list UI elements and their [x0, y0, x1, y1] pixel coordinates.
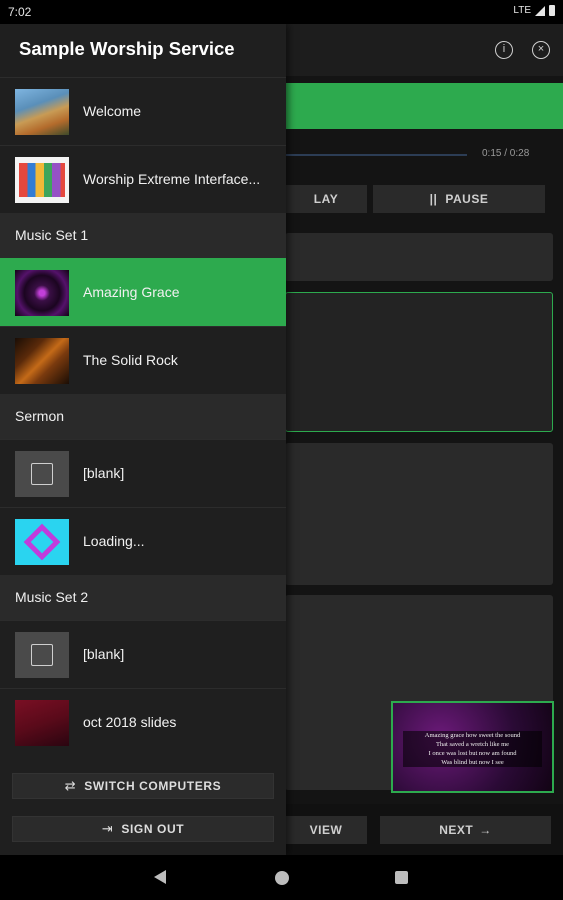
slide-thumbnail: [15, 157, 69, 203]
list-item-label: [blank]: [83, 465, 125, 481]
slide-card[interactable]: [285, 443, 553, 585]
drawer-title: Sample Worship Service: [19, 38, 235, 59]
play-button[interactable]: LAY: [285, 185, 367, 213]
close-icon[interactable]: ×: [532, 41, 550, 59]
blank-slide-icon: [15, 451, 69, 497]
slide-thumbnail: [15, 338, 69, 384]
status-time: 7:02: [8, 5, 32, 19]
list-item[interactable]: Welcome: [0, 77, 286, 145]
preview-line: That saved a wretch like me: [403, 740, 542, 749]
pause-icon: ||: [429, 192, 438, 206]
network-type: LTE: [513, 5, 531, 16]
status-bar: 7:02 LTE: [0, 0, 563, 24]
slide-card[interactable]: [285, 233, 553, 281]
slide-thumbnail: [15, 700, 69, 746]
signal-icon: [535, 5, 545, 16]
list-item[interactable]: [blank]: [0, 620, 286, 688]
section-header: Music Set 1: [0, 213, 286, 258]
preview-line: Amazing grace how sweet the sound: [403, 731, 542, 740]
list-item-label: Amazing Grace: [83, 284, 180, 300]
blank-slide-icon: [15, 632, 69, 678]
list-item-label: Welcome: [83, 103, 142, 119]
switch-computers-label: SWITCH COMPUTERS: [84, 779, 222, 793]
list-item[interactable]: Loading...: [0, 507, 286, 575]
list-item[interactable]: [blank]: [0, 439, 286, 507]
progress-track[interactable]: [285, 154, 467, 156]
preview-line: Was blind but now I see: [403, 758, 542, 767]
preview-button[interactable]: VIEW: [285, 816, 367, 844]
info-icon[interactable]: i: [495, 41, 513, 59]
slide-thumbnail: [15, 519, 69, 565]
switch-computers-button[interactable]: ⇄ SWITCH COMPUTERS: [12, 773, 274, 799]
presentation-list: Welcome Worship Extreme Interface... Mus…: [0, 77, 286, 756]
live-preview-thumbnail[interactable]: Amazing grace how sweet the sound That s…: [391, 701, 554, 793]
list-item-label: oct 2018 slides: [83, 714, 177, 730]
now-playing-bar: [285, 83, 563, 129]
list-item-label: Loading...: [83, 533, 145, 549]
battery-icon: [549, 5, 555, 16]
next-button[interactable]: NEXT →: [380, 816, 551, 844]
slide-thumbnail: [15, 270, 69, 316]
list-item-label: The Solid Rock: [83, 352, 178, 368]
list-item-label: [blank]: [83, 646, 125, 662]
arrow-right-icon: →: [479, 823, 492, 837]
pause-label: PAUSE: [445, 192, 489, 206]
sign-out-icon: ⇥: [101, 821, 114, 836]
sign-out-label: SIGN OUT: [121, 822, 185, 836]
list-item-selected[interactable]: Amazing Grace: [0, 258, 286, 326]
play-label: LAY: [313, 192, 339, 206]
system-navigation-bar: [0, 855, 563, 900]
slide-thumbnail: [15, 89, 69, 135]
list-item-label: Worship Extreme Interface...: [83, 171, 261, 187]
list-item[interactable]: Worship Extreme Interface...: [0, 145, 286, 213]
progress-time: 0:15 / 0:28: [482, 148, 530, 159]
section-header: Music Set 2: [0, 575, 286, 620]
preview-line: I once was lost but now am found: [403, 749, 542, 758]
list-item[interactable]: The Solid Rock: [0, 326, 286, 394]
navigation-drawer: Sample Worship Service Welcome Worship E…: [0, 24, 286, 855]
back-icon[interactable]: [154, 870, 166, 884]
sign-out-button[interactable]: ⇥ SIGN OUT: [12, 816, 274, 842]
status-icons: LTE: [513, 5, 555, 16]
pause-button[interactable]: || PAUSE: [373, 185, 545, 213]
swap-icon: ⇄: [64, 778, 77, 793]
recent-apps-icon[interactable]: [395, 871, 408, 884]
section-header: Sermon: [0, 394, 286, 439]
slide-card-active[interactable]: [285, 292, 553, 432]
home-icon[interactable]: [275, 871, 289, 885]
next-label: NEXT: [439, 823, 474, 837]
list-item[interactable]: oct 2018 slides: [0, 688, 286, 756]
preview-label: VIEW: [309, 823, 343, 837]
